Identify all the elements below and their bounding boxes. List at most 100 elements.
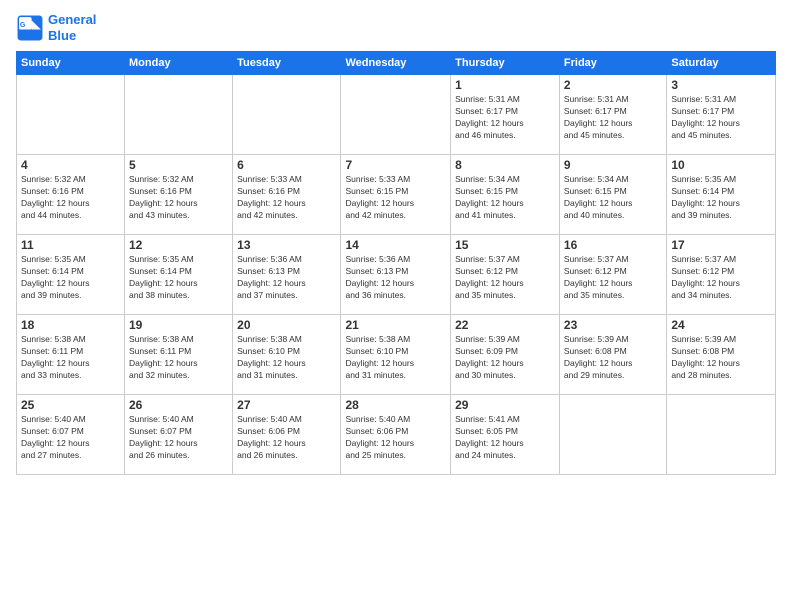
day-number: 7 <box>345 158 446 172</box>
day-info: Sunrise: 5:39 AMSunset: 6:08 PMDaylight:… <box>671 334 771 382</box>
day-info: Sunrise: 5:36 AMSunset: 6:13 PMDaylight:… <box>345 254 446 302</box>
calendar-cell: 7 Sunrise: 5:33 AMSunset: 6:15 PMDaylight… <box>341 155 451 235</box>
day-info: Sunrise: 5:38 AMSunset: 6:11 PMDaylight:… <box>21 334 120 382</box>
calendar-cell: 3 Sunrise: 5:31 AMSunset: 6:17 PMDaylight… <box>667 75 776 155</box>
calendar-cell: 2 Sunrise: 5:31 AMSunset: 6:17 PMDaylight… <box>559 75 666 155</box>
calendar-cell: 24 Sunrise: 5:39 AMSunset: 6:08 PMDayligh… <box>667 315 776 395</box>
calendar-cell: 28 Sunrise: 5:40 AMSunset: 6:06 PMDayligh… <box>341 395 451 475</box>
calendar-cell <box>559 395 666 475</box>
calendar-cell: 23 Sunrise: 5:39 AMSunset: 6:08 PMDayligh… <box>559 315 666 395</box>
day-number: 26 <box>129 398 228 412</box>
day-info: Sunrise: 5:33 AMSunset: 6:15 PMDaylight:… <box>345 174 446 222</box>
day-info: Sunrise: 5:37 AMSunset: 6:12 PMDaylight:… <box>671 254 771 302</box>
calendar-cell: 5Sunrise: 5:32 AMSunset: 6:16 PMDaylight… <box>125 155 233 235</box>
day-info: Sunrise: 5:38 AMSunset: 6:10 PMDaylight:… <box>237 334 336 382</box>
calendar-week-3: 11 Sunrise: 5:35 AMSunset: 6:14 PMDayligh… <box>17 235 776 315</box>
calendar-cell: 16 Sunrise: 5:37 AMSunset: 6:12 PMDayligh… <box>559 235 666 315</box>
day-number: 21 <box>345 318 446 332</box>
day-number: 10 <box>671 158 771 172</box>
calendar-week-5: 25Sunrise: 5:40 AMSunset: 6:07 PMDayligh… <box>17 395 776 475</box>
day-info: Sunrise: 5:31 AMSunset: 6:17 PMDaylight:… <box>455 94 555 142</box>
day-number: 18 <box>21 318 120 332</box>
day-info: Sunrise: 5:31 AMSunset: 6:17 PMDaylight:… <box>671 94 771 142</box>
day-number: 6 <box>237 158 336 172</box>
calendar-cell: 21Sunrise: 5:38 AMSunset: 6:10 PMDayligh… <box>341 315 451 395</box>
day-number: 24 <box>671 318 771 332</box>
day-info: Sunrise: 5:37 AMSunset: 6:12 PMDaylight:… <box>564 254 662 302</box>
calendar-cell <box>667 395 776 475</box>
day-info: Sunrise: 5:39 AMSunset: 6:09 PMDaylight:… <box>455 334 555 382</box>
calendar-header-wednesday: Wednesday <box>341 52 451 75</box>
day-number: 22 <box>455 318 555 332</box>
day-number: 15 <box>455 238 555 252</box>
calendar-cell: 12 Sunrise: 5:35 AMSunset: 6:14 PMDayligh… <box>125 235 233 315</box>
calendar-cell: 29Sunrise: 5:41 AMSunset: 6:05 PMDayligh… <box>451 395 560 475</box>
day-number: 19 <box>129 318 228 332</box>
calendar-cell: 13 Sunrise: 5:36 AMSunset: 6:13 PMDayligh… <box>233 235 341 315</box>
logo-icon: G <box>16 14 44 42</box>
day-number: 23 <box>564 318 662 332</box>
calendar-cell: 20 Sunrise: 5:38 AMSunset: 6:10 PMDayligh… <box>233 315 341 395</box>
header: G General Blue <box>16 12 776 43</box>
day-number: 2 <box>564 78 662 92</box>
calendar-header-thursday: Thursday <box>451 52 560 75</box>
calendar-table: SundayMondayTuesdayWednesdayThursdayFrid… <box>16 51 776 475</box>
day-info: Sunrise: 5:31 AMSunset: 6:17 PMDaylight:… <box>564 94 662 142</box>
calendar-cell: 26 Sunrise: 5:40 AMSunset: 6:07 PMDayligh… <box>125 395 233 475</box>
calendar-cell: 4Sunrise: 5:32 AMSunset: 6:16 PMDaylight… <box>17 155 125 235</box>
day-info: Sunrise: 5:40 AMSunset: 6:07 PMDaylight:… <box>21 414 120 462</box>
calendar-week-1: 1Sunrise: 5:31 AMSunset: 6:17 PMDaylight… <box>17 75 776 155</box>
calendar-header-monday: Monday <box>125 52 233 75</box>
calendar-cell: 11 Sunrise: 5:35 AMSunset: 6:14 PMDayligh… <box>17 235 125 315</box>
calendar-cell: 6 Sunrise: 5:33 AMSunset: 6:16 PMDaylight… <box>233 155 341 235</box>
day-number: 20 <box>237 318 336 332</box>
day-number: 29 <box>455 398 555 412</box>
calendar-cell: 1Sunrise: 5:31 AMSunset: 6:17 PMDaylight… <box>451 75 560 155</box>
day-number: 4 <box>21 158 120 172</box>
day-number: 16 <box>564 238 662 252</box>
day-info: Sunrise: 5:35 AMSunset: 6:14 PMDaylight:… <box>21 254 120 302</box>
day-number: 13 <box>237 238 336 252</box>
calendar-cell <box>233 75 341 155</box>
calendar-header-friday: Friday <box>559 52 666 75</box>
day-info: Sunrise: 5:40 AMSunset: 6:07 PMDaylight:… <box>129 414 228 462</box>
calendar-header-saturday: Saturday <box>667 52 776 75</box>
day-info: Sunrise: 5:40 AMSunset: 6:06 PMDaylight:… <box>237 414 336 462</box>
day-info: Sunrise: 5:36 AMSunset: 6:13 PMDaylight:… <box>237 254 336 302</box>
calendar-cell: 8Sunrise: 5:34 AMSunset: 6:15 PMDaylight… <box>451 155 560 235</box>
calendar-header-sunday: Sunday <box>17 52 125 75</box>
page: G General Blue SundayMondayTuesdayWednes… <box>0 0 792 612</box>
day-number: 9 <box>564 158 662 172</box>
calendar-cell: 22 Sunrise: 5:39 AMSunset: 6:09 PMDayligh… <box>451 315 560 395</box>
calendar-week-4: 18 Sunrise: 5:38 AMSunset: 6:11 PMDayligh… <box>17 315 776 395</box>
calendar-cell: 18 Sunrise: 5:38 AMSunset: 6:11 PMDayligh… <box>17 315 125 395</box>
calendar-cell: 9Sunrise: 5:34 AMSunset: 6:15 PMDaylight… <box>559 155 666 235</box>
day-info: Sunrise: 5:35 AMSunset: 6:14 PMDaylight:… <box>129 254 228 302</box>
day-number: 12 <box>129 238 228 252</box>
svg-text:G: G <box>20 22 26 29</box>
logo: G General Blue <box>16 12 96 43</box>
day-number: 3 <box>671 78 771 92</box>
day-number: 17 <box>671 238 771 252</box>
calendar-cell: 27 Sunrise: 5:40 AMSunset: 6:06 PMDayligh… <box>233 395 341 475</box>
calendar-header-row: SundayMondayTuesdayWednesdayThursdayFrid… <box>17 52 776 75</box>
day-info: Sunrise: 5:40 AMSunset: 6:06 PMDaylight:… <box>345 414 446 462</box>
calendar-cell <box>341 75 451 155</box>
day-info: Sunrise: 5:38 AMSunset: 6:11 PMDaylight:… <box>129 334 228 382</box>
day-info: Sunrise: 5:39 AMSunset: 6:08 PMDaylight:… <box>564 334 662 382</box>
day-number: 28 <box>345 398 446 412</box>
calendar-cell: 10 Sunrise: 5:35 AMSunset: 6:14 PMDayligh… <box>667 155 776 235</box>
calendar-cell: 15Sunrise: 5:37 AMSunset: 6:12 PMDayligh… <box>451 235 560 315</box>
calendar-week-2: 4Sunrise: 5:32 AMSunset: 6:16 PMDaylight… <box>17 155 776 235</box>
calendar-cell: 19 Sunrise: 5:38 AMSunset: 6:11 PMDayligh… <box>125 315 233 395</box>
calendar-cell: 25Sunrise: 5:40 AMSunset: 6:07 PMDayligh… <box>17 395 125 475</box>
calendar-header-tuesday: Tuesday <box>233 52 341 75</box>
day-number: 8 <box>455 158 555 172</box>
day-number: 5 <box>129 158 228 172</box>
day-info: Sunrise: 5:35 AMSunset: 6:14 PMDaylight:… <box>671 174 771 222</box>
day-number: 14 <box>345 238 446 252</box>
day-info: Sunrise: 5:33 AMSunset: 6:16 PMDaylight:… <box>237 174 336 222</box>
calendar-cell: 17 Sunrise: 5:37 AMSunset: 6:12 PMDayligh… <box>667 235 776 315</box>
day-number: 27 <box>237 398 336 412</box>
day-number: 11 <box>21 238 120 252</box>
